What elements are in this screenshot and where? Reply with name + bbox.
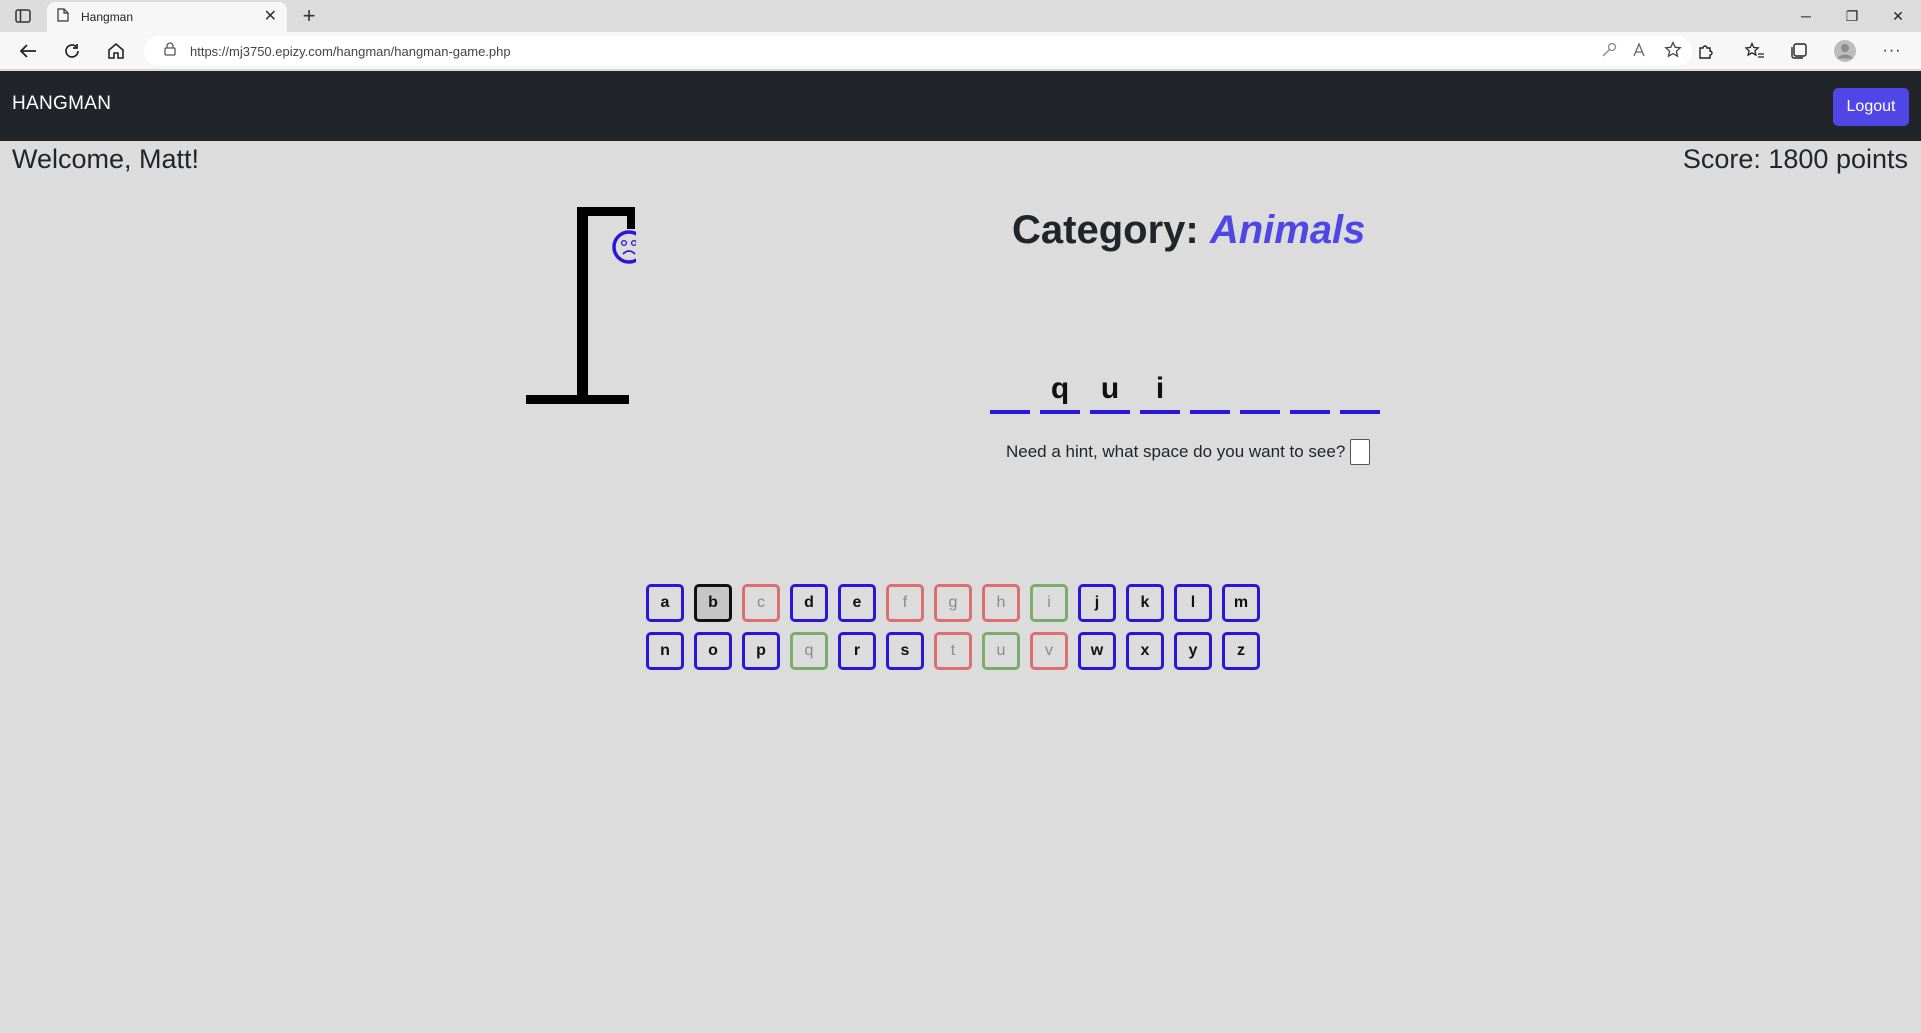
word-slot: u [1090,368,1130,414]
letter-key-k[interactable]: k [1126,584,1164,622]
keyboard-row: abcdefghijklm [646,584,1266,622]
word-slot: q [1040,368,1080,414]
hint-label: Need a hint, what space do you want to s… [1006,442,1346,461]
letter-key-o[interactable]: o [694,632,732,670]
browser-tab-strip: Hangman ✕ + ─ ❐ ✕ [0,0,1921,32]
letter-key-m[interactable]: m [1222,584,1260,622]
browser-tab[interactable]: Hangman ✕ [47,2,287,32]
letter-key-y[interactable]: y [1174,632,1212,670]
letter-key-t: t [934,632,972,670]
collections-button[interactable] [1785,37,1813,65]
puzzle-icon [1699,45,1713,59]
category-heading: Category: Animals [1012,208,1365,253]
favorites-button[interactable] [1741,37,1769,65]
letter-key-c: c [742,584,780,622]
lock-icon[interactable] [164,41,176,61]
score-display: Score: 1800 points [1682,144,1908,174]
address-bar[interactable]: https://mj3750.epizy.com/hangman/hangman… [144,36,1692,66]
reload-button[interactable] [58,37,86,65]
letter-key-z[interactable]: z [1222,632,1260,670]
key-icon[interactable] [1600,41,1618,64]
profile-button[interactable] [1831,37,1859,65]
page-icon [57,7,69,27]
minimize-button[interactable]: ─ [1783,0,1829,32]
word-slots: qui [990,368,1380,414]
letter-key-j[interactable]: j [1078,584,1116,622]
brand-title[interactable]: HANGMAN [12,93,111,115]
letter-key-e[interactable]: e [838,584,876,622]
letter-key-f: f [886,584,924,622]
letter-key-i: i [1030,584,1068,622]
word-slot [1290,368,1330,414]
reload-icon [65,44,79,58]
letter-key-h: h [982,584,1020,622]
category-value: Animals [1209,208,1366,252]
letter-key-a[interactable]: a [646,584,684,622]
letter-key-l[interactable]: l [1174,584,1212,622]
tab-title: Hangman [81,10,134,24]
close-tab-icon[interactable]: ✕ [264,9,277,25]
window-controls: ─ ❐ ✕ [1783,0,1921,32]
word-slot: i [1140,368,1180,414]
letter-key-d[interactable]: d [790,584,828,622]
sad-face-head-icon [612,230,636,264]
gallows-post [577,207,588,399]
avatar-icon [1834,40,1856,62]
new-tab-button[interactable]: + [296,3,322,28]
keyboard-row: nopqrstuvwxyz [646,632,1266,670]
word-slot [1190,368,1230,414]
hint-input[interactable] [1350,439,1371,465]
welcome-message: Welcome, Matt! [12,144,200,174]
more-menu-button[interactable]: ··· [1878,37,1906,65]
home-icon [108,42,124,59]
top-navbar: HANGMAN Logout [0,71,1921,141]
browser-toolbar: https://mj3750.epizy.com/hangman/hangman… [0,32,1921,70]
restore-button[interactable]: ❐ [1829,0,1875,32]
read-aloud-icon[interactable] [1632,41,1650,64]
gallows-drawing [526,207,636,404]
word-slot [990,368,1030,414]
word-slot [1240,368,1280,414]
letter-key-g: g [934,584,972,622]
more-dots-icon: ··· [1882,42,1902,59]
letter-key-v: v [1030,632,1068,670]
letter-key-u: u [982,632,1020,670]
back-arrow-icon [19,44,36,58]
letter-key-p[interactable]: p [742,632,780,670]
close-window-button[interactable]: ✕ [1875,0,1921,32]
letter-key-q: q [790,632,828,670]
tab-actions-icon[interactable] [12,6,34,26]
letter-key-w[interactable]: w [1078,632,1116,670]
back-button[interactable] [14,37,42,65]
collections-icon [1791,43,1807,59]
letter-key-n[interactable]: n [646,632,684,670]
letter-key-x[interactable]: x [1126,632,1164,670]
letter-key-b[interactable]: b [694,584,732,622]
logout-button[interactable]: Logout [1833,88,1909,126]
hint-row: Need a hint, what space do you want to s… [1006,439,1371,465]
favorites-list-icon [1745,42,1764,58]
url-text[interactable]: https://mj3750.epizy.com/hangman/hangman… [190,44,511,59]
home-button[interactable] [102,37,130,65]
favorite-star-icon[interactable] [1664,40,1682,64]
letter-keyboard: abcdefghijklm nopqrstuvwxyz [646,584,1266,680]
extensions-button[interactable] [1692,37,1720,65]
category-label: Category: [1012,208,1210,252]
letter-key-s[interactable]: s [886,632,924,670]
word-slot [1340,368,1380,414]
gallows-beam [577,207,635,216]
gallows-rope [627,207,635,229]
letter-key-r[interactable]: r [838,632,876,670]
